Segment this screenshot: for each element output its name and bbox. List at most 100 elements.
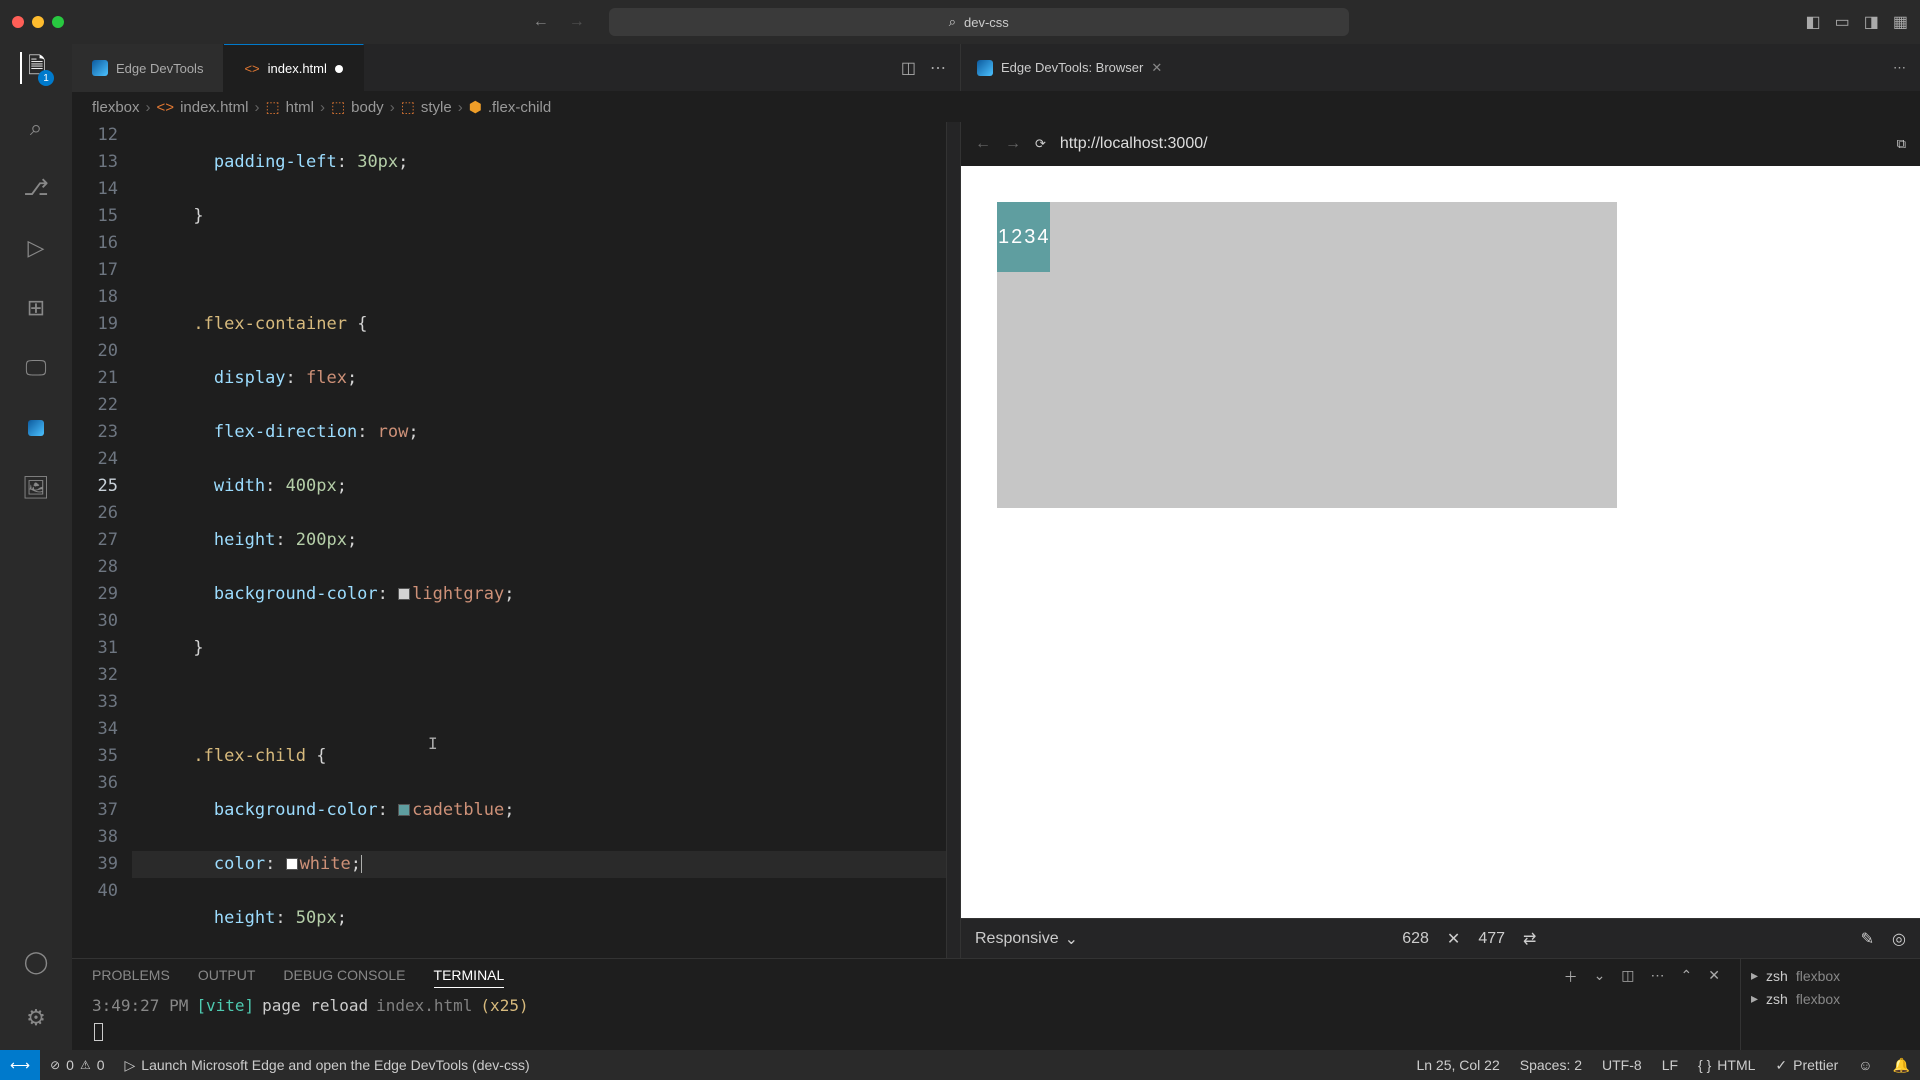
tab-problems[interactable]: PROBLEMS — [92, 967, 170, 988]
code-editor[interactable]: 1213141516171819202122232425262728293031… — [72, 122, 960, 958]
customize-layout-icon[interactable]: ▦ — [1893, 12, 1908, 32]
status-language[interactable]: { } HTML — [1688, 1057, 1765, 1074]
more-panel-icon[interactable]: ⋯ — [1651, 967, 1665, 988]
class-icon: ⬢ — [469, 98, 482, 116]
editor-actions: ◫ ⋯ — [887, 44, 960, 91]
minimap[interactable] — [946, 122, 960, 958]
viewport-width[interactable]: 628 — [1402, 930, 1429, 948]
tab-edge-devtools[interactable]: Edge DevTools — [72, 44, 224, 92]
terminal-icon: ▸ — [1751, 967, 1758, 984]
inspect-icon[interactable]: ◎ — [1892, 929, 1906, 949]
dimension-separator-icon: ✕ — [1447, 929, 1460, 949]
maximize-window-icon[interactable] — [52, 16, 64, 28]
viewport-height[interactable]: 477 — [1478, 930, 1505, 948]
command-center[interactable]: ⌕ dev-css — [609, 8, 1349, 36]
panel-right-icon[interactable]: ◨ — [1864, 12, 1879, 32]
close-panel-icon[interactable]: ✕ — [1708, 967, 1720, 988]
browser-reload-icon[interactable]: ⟳ — [1035, 136, 1046, 152]
breadcrumb-node[interactable]: body — [351, 99, 384, 116]
editor-tabs-row: Edge DevTools <> index.html ◫ ⋯ Edge Dev… — [72, 44, 1920, 92]
flex-child-preview: 1 — [997, 202, 1010, 272]
tab-output[interactable]: OUTPUT — [198, 967, 256, 988]
check-icon: ✓ — [1775, 1057, 1787, 1074]
status-prettier[interactable]: ✓ Prettier — [1765, 1057, 1848, 1074]
source-control-icon[interactable]: ⎇ — [20, 172, 52, 204]
new-terminal-icon[interactable]: ＋ — [1564, 967, 1578, 988]
run-debug-icon[interactable]: ▷ — [20, 232, 52, 264]
terminal-instance[interactable]: ▸zshflexbox — [1751, 990, 1910, 1007]
device-emulation-bar: Responsive ⌄ 628 ✕ 477 ⇄ ✎ ◎ — [961, 918, 1920, 958]
status-problems[interactable]: ⊘0 ⚠0 — [40, 1057, 114, 1073]
close-window-icon[interactable] — [12, 16, 24, 28]
rotate-icon[interactable]: ⇄ — [1523, 929, 1536, 949]
search-activity-icon[interactable]: ⌕ — [20, 112, 52, 144]
breadcrumb-node[interactable]: html — [286, 99, 314, 116]
browser-tab-actions[interactable]: ⋯ — [1879, 60, 1920, 76]
edge-icon — [92, 60, 108, 76]
nav-history: ← → — [533, 13, 585, 31]
forward-icon[interactable]: → — [569, 13, 585, 31]
tab-browser-preview[interactable]: Edge DevTools: Browser ✕ — [961, 44, 1178, 92]
edge-tools-icon[interactable] — [20, 412, 52, 444]
account-icon[interactable]: ◯ — [20, 946, 52, 978]
terminal-count: (x25) — [480, 996, 528, 1015]
breadcrumb-file[interactable]: index.html — [180, 99, 248, 116]
explorer-badge: 1 — [38, 70, 54, 86]
back-icon[interactable]: ← — [533, 13, 549, 31]
status-notifications-icon[interactable]: 🔔 — [1883, 1057, 1920, 1074]
breadcrumb-folder[interactable]: flexbox — [92, 99, 140, 116]
extensions-icon[interactable]: ⊞ — [20, 292, 52, 324]
edge-icon — [977, 60, 993, 76]
terminal-output[interactable]: 3:49:27 PM [vite] page reload index.html… — [72, 992, 1740, 1019]
explorer-icon[interactable]: 🗎1 — [20, 52, 52, 84]
browser-forward-icon[interactable]: → — [1005, 135, 1021, 153]
chevron-right-icon: › — [146, 99, 151, 116]
error-icon: ⊘ — [50, 1058, 60, 1072]
tab-index-html[interactable]: <> index.html — [224, 44, 363, 92]
tab-terminal[interactable]: TERMINAL — [434, 967, 505, 988]
line-gutter: 1213141516171819202122232425262728293031… — [72, 122, 132, 958]
html-file-icon: <> — [157, 99, 175, 116]
open-external-icon[interactable]: ⧉ — [1897, 136, 1906, 152]
split-terminal-icon[interactable]: ◫ — [1621, 967, 1634, 988]
search-icon: ⌕ — [949, 14, 956, 30]
close-tab-icon[interactable]: ✕ — [1151, 60, 1162, 76]
status-indent[interactable]: Spaces: 2 — [1510, 1057, 1592, 1074]
tag-icon: ⬚ — [401, 98, 415, 116]
settings-gear-icon[interactable]: ⚙ — [20, 1002, 52, 1034]
chevron-right-icon: › — [254, 99, 259, 116]
panel-bottom-icon[interactable]: ▭ — [1835, 12, 1850, 32]
panel-left-icon[interactable]: ◧ — [1806, 12, 1821, 32]
bottom-panel: PROBLEMS OUTPUT DEBUG CONSOLE TERMINAL ＋… — [72, 958, 1920, 1050]
remote-explorer-icon[interactable]: 🖵 — [20, 352, 52, 384]
terminal-prompt[interactable] — [72, 1019, 1740, 1045]
activity-bar: 🗎1 ⌕ ⎇ ▷ ⊞ 🖵 🖼 ◯ ⚙ — [0, 44, 72, 1050]
status-feedback-icon[interactable]: ☺ — [1848, 1057, 1882, 1074]
status-eol[interactable]: LF — [1652, 1057, 1688, 1074]
status-encoding[interactable]: UTF-8 — [1592, 1057, 1652, 1074]
browser-back-icon[interactable]: ← — [975, 135, 991, 153]
url-input[interactable]: http://localhost:3000/ — [1060, 135, 1883, 153]
minimize-window-icon[interactable] — [32, 16, 44, 28]
terminal-msg: page reload — [262, 996, 368, 1015]
breadcrumb[interactable]: flexbox › <> index.html › ⬚ html › ⬚ bod… — [72, 92, 1920, 122]
eyedropper-icon[interactable]: ✎ — [1861, 929, 1874, 949]
more-actions-icon[interactable]: ⋯ — [930, 58, 946, 78]
breadcrumb-node[interactable]: .flex-child — [488, 99, 551, 116]
device-mode-dropdown[interactable]: Responsive ⌄ — [975, 929, 1078, 949]
status-launch-task[interactable]: ▷ Launch Microsoft Edge and open the Edg… — [115, 1057, 540, 1074]
chevron-right-icon: › — [458, 99, 463, 116]
gallery-icon[interactable]: 🖼 — [20, 472, 52, 504]
tab-debug-console[interactable]: DEBUG CONSOLE — [283, 967, 405, 988]
split-editor-icon[interactable]: ◫ — [901, 58, 916, 78]
breadcrumb-node[interactable]: style — [421, 99, 452, 116]
remote-indicator[interactable]: ⟷ — [0, 1050, 40, 1080]
maximize-panel-icon[interactable]: ⌃ — [1681, 967, 1693, 988]
rendered-page[interactable]: 1 2 3 4 — [961, 166, 1920, 918]
terminal-dropdown-icon[interactable]: ⌄ — [1594, 967, 1606, 988]
titlebar: ← → ⌕ dev-css ◧ ▭ ◨ ▦ — [0, 0, 1920, 44]
tab-label: Edge DevTools — [116, 61, 203, 76]
code-content[interactable]: padding-left: 30px; } .flex-container { … — [132, 122, 946, 958]
status-cursor-pos[interactable]: Ln 25, Col 22 — [1406, 1057, 1509, 1074]
terminal-instance[interactable]: ▸zshflexbox — [1751, 967, 1910, 984]
